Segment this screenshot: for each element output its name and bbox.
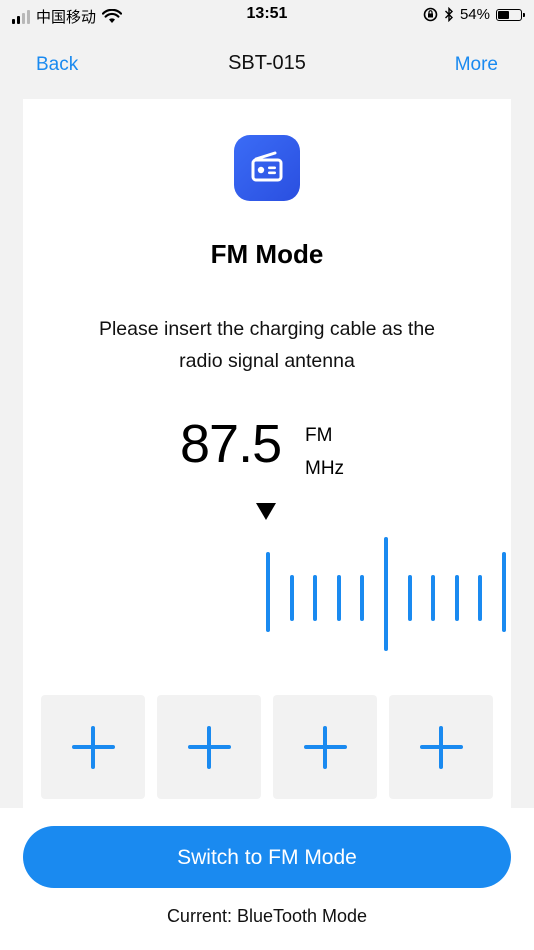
dial-tick: [336, 575, 341, 621]
fm-card: FM Mode Please insert the charging cable…: [23, 99, 511, 819]
status-bar: 中国移动 13:51 54%: [0, 0, 534, 30]
battery-icon: [496, 8, 525, 21]
nav-bar: Back SBT-015 More: [0, 38, 534, 92]
hint-line-2: radio signal antenna: [179, 350, 355, 372]
dial-tick: [431, 575, 436, 621]
bottom-panel: Switch to FM Mode Current: BlueTooth Mod…: [0, 808, 534, 950]
bluetooth-icon: [444, 7, 453, 22]
hint-line-1: Please insert the charging cable as the: [98, 318, 436, 340]
dial-tick: [360, 575, 365, 621]
battery-level: [498, 10, 509, 19]
plus-icon-stroke: [439, 726, 443, 769]
current-mode-label: Current: BlueTooth Mode: [166, 906, 368, 926]
dial-tick: [289, 575, 294, 621]
dial-tick: [407, 575, 412, 621]
dial-tick: [478, 575, 483, 621]
status-right: 54%: [423, 6, 525, 23]
orientation-lock-icon: [423, 7, 438, 22]
antenna-hint: Please insert the charging cable as the …: [43, 313, 491, 377]
plus-icon-stroke: [207, 726, 211, 769]
frequency-unit: FM MHz: [305, 419, 344, 485]
plus-icon-stroke: [323, 726, 327, 769]
frequency-dial[interactable]: [23, 529, 511, 659]
radio-icon: [234, 135, 300, 201]
preset-row: [41, 695, 495, 799]
dial-tick: [266, 552, 270, 632]
preset-slot-1[interactable]: [41, 695, 145, 799]
mode-title: FM Mode: [210, 239, 324, 269]
battery-percent: 54%: [459, 6, 490, 23]
mhz-label: MHz: [305, 458, 345, 479]
switch-fm-mode-button[interactable]: Switch to FM Mode: [23, 826, 511, 888]
preset-slot-2[interactable]: [157, 695, 261, 799]
tuning-pointer-icon: [256, 503, 276, 520]
band-label: FM: [305, 425, 333, 446]
dial-tick: [313, 575, 318, 621]
dial-tick: [502, 552, 506, 632]
plus-icon-stroke: [91, 726, 95, 769]
preset-slot-4[interactable]: [389, 695, 493, 799]
frequency-value: 87.5: [180, 414, 282, 474]
dial-tick: [454, 575, 459, 621]
preset-slot-3[interactable]: [273, 695, 377, 799]
dial-tick: [384, 537, 388, 651]
more-button[interactable]: More: [455, 54, 498, 76]
